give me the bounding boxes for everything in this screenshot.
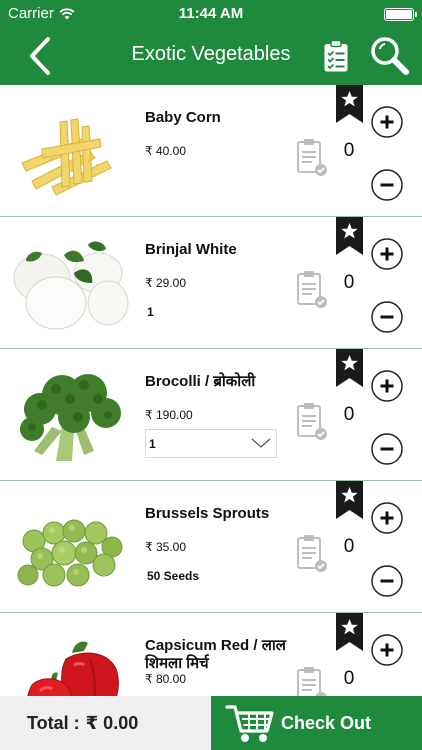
brinjal-white-image [13,241,129,330]
product-name: Baby Corn [145,109,221,126]
clock: 11:44 AM [178,5,244,22]
product-price: ₹ 40.00 [145,144,186,158]
add-to-list-icon[interactable] [296,269,328,309]
product-price: ₹ 80.00 [145,672,186,686]
product-row: Brinjal White ₹ 29.00 1 0 [0,217,422,349]
increase-quantity-button[interactable] [371,106,403,138]
product-name: Capsicum Red / लाल शिमला मिर्च [145,637,286,672]
capsicum-red-image [27,641,119,696]
bookmark-star-icon[interactable] [336,349,363,387]
add-to-list-icon[interactable] [296,401,328,441]
add-to-list-icon[interactable] [296,137,328,177]
broccoli-image [20,374,121,461]
add-to-list-icon[interactable] [296,665,328,696]
product-price: ₹ 35.00 [145,540,186,554]
product-row: Baby Corn ₹ 40.00 0 [0,85,422,217]
product-unit: 50 Seeds [147,569,200,583]
increase-quantity-button[interactable] [371,634,403,666]
checkout-button[interactable]: Check Out [211,696,422,750]
product-price: ₹ 190.00 [145,408,193,422]
bookmark-star-icon[interactable] [336,217,363,255]
checklist-icon [324,39,348,72]
status-bar: Carrier 11:44 AM [0,0,422,28]
quantity-value: 0 [343,272,355,293]
product-name: Brinjal White [145,241,237,258]
cart-icon [225,705,274,742]
shopping-list-button[interactable] [316,34,356,78]
decrease-quantity-button[interactable] [371,565,403,597]
product-list[interactable]: Baby Corn ₹ 40.00 0 Brinjal White ₹ 29.0… [0,85,422,696]
decrease-quantity-button[interactable] [371,169,403,201]
nav-bar: Exotic Vegetables [0,28,422,85]
bottom-bar: Total : ₹ 0.00 Check Out [0,696,422,750]
product-name: Brussels Sprouts [145,505,270,522]
battery-icon [384,8,417,21]
unit-dropdown[interactable]: 1 [145,429,277,458]
baby-corn-image [21,118,112,196]
product-row: Brussels Sprouts ₹ 35.00 50 Seeds 0 [0,481,422,613]
product-row: Brocolli / ब्रोकोली ₹ 190.00 1 0 [0,349,422,481]
total-label: Total : [27,712,80,733]
product-unit: 1 [147,305,154,319]
checkout-label: Check Out [281,712,372,733]
product-price: ₹ 29.00 [145,276,186,290]
page-title: Exotic Vegetables [131,43,291,65]
search-icon [371,37,409,75]
quantity-value: 0 [343,668,355,689]
search-button[interactable] [366,32,412,78]
cart-total: Total : ₹ 0.00 [0,696,211,750]
product-row: Capsicum Red / लाल शिमला मिर्च ₹ 80.00 0 [0,613,422,696]
bookmark-star-icon[interactable] [336,613,363,651]
decrease-quantity-button[interactable] [371,301,403,333]
increase-quantity-button[interactable] [371,502,403,534]
decrease-quantity-button[interactable] [371,433,403,465]
bookmark-star-icon[interactable] [336,481,363,519]
add-to-list-icon[interactable] [296,533,328,573]
quantity-value: 0 [343,404,355,425]
brussels-sprouts-image [17,519,123,587]
bookmark-star-icon[interactable] [336,85,363,123]
total-value: ₹ 0.00 [85,712,139,733]
increase-quantity-button[interactable] [371,370,403,402]
quantity-value: 0 [343,140,355,161]
unit-dropdown-value: 1 [149,437,156,451]
product-name: Brocolli / ब्रोकोली [145,373,256,390]
increase-quantity-button[interactable] [371,238,403,270]
chevron-down-icon [251,438,271,448]
quantity-value: 0 [343,536,355,557]
